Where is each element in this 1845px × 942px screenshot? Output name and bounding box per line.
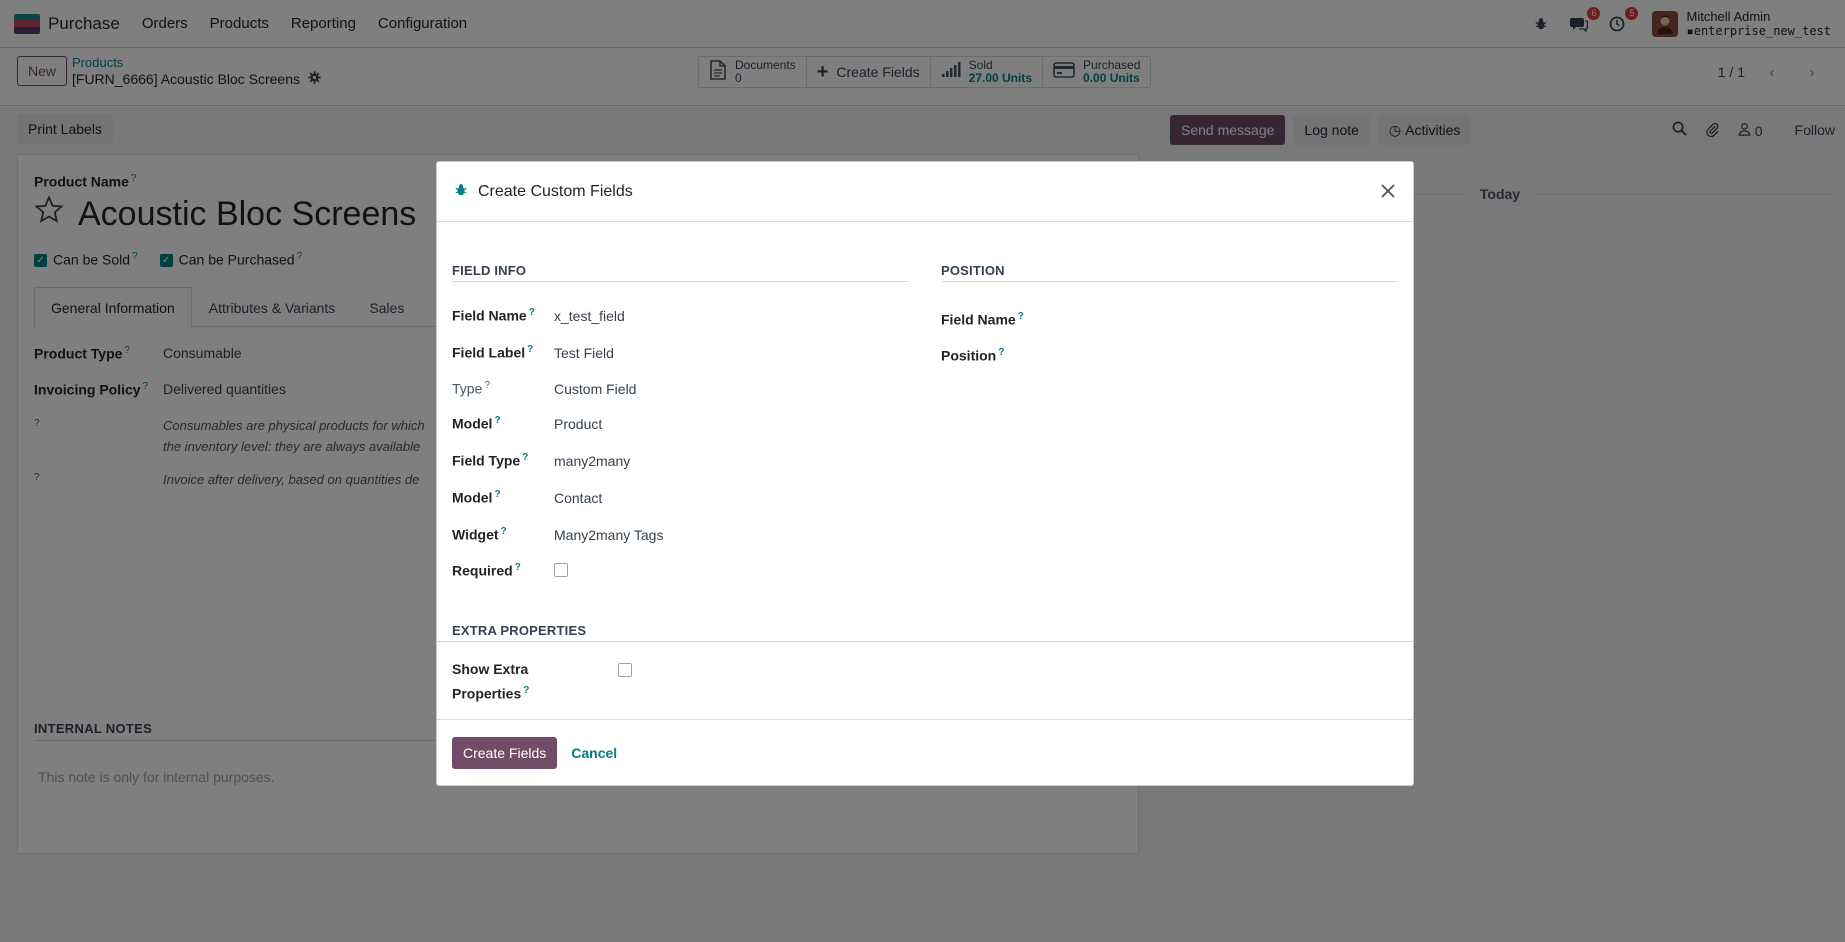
field-type-select[interactable]: many2many	[554, 453, 630, 469]
position-label: Position	[941, 348, 997, 364]
position-field-name-select[interactable]	[1043, 307, 1343, 325]
relation-model-select[interactable]: Contact	[554, 490, 602, 506]
field-type-label: Field Type	[452, 452, 521, 469]
widget-label: Widget	[452, 526, 499, 543]
show-extra-checkbox[interactable]	[618, 663, 632, 677]
required-label: Required	[452, 562, 513, 579]
model-label: Model	[452, 415, 493, 432]
model-select[interactable]: Product	[554, 416, 602, 432]
close-icon[interactable]	[1375, 178, 1401, 204]
field-name-row: Field Name? x_test_field	[452, 307, 625, 324]
required-checkbox[interactable]	[554, 563, 568, 578]
relation-model-label: Model	[452, 489, 493, 506]
field-name-label: Field Name	[452, 307, 527, 324]
extra-properties-title: EXTRA PROPERTIES	[452, 623, 587, 638]
show-extra-row: Show Extra Properties?	[452, 659, 632, 705]
type-value: Custom Field	[554, 380, 637, 397]
create-fields-button[interactable]: Create Fields	[452, 736, 558, 769]
cancel-button[interactable]: Cancel	[571, 745, 617, 761]
field-label-row: Field Label? Test Field	[452, 344, 614, 361]
divider	[437, 641, 1413, 642]
modal-footer: Create Fields Cancel	[437, 719, 1413, 785]
position-field-name-row: Field Name?	[941, 307, 1343, 328]
model-row: Model? Product	[452, 415, 603, 432]
relation-model-row: Model? Contact	[452, 489, 603, 506]
type-row: Type? Custom Field	[452, 380, 637, 397]
field-type-row: Field Type? many2many	[452, 452, 631, 469]
field-name-input[interactable]: x_test_field	[554, 308, 625, 324]
modal-title: Create Custom Fields	[478, 182, 633, 200]
show-extra-label-line2: Properties	[452, 685, 522, 702]
modal-header: Create Custom Fields	[437, 162, 1413, 222]
field-info-title: FIELD INFO	[452, 263, 909, 282]
field-label-input[interactable]: Test Field	[554, 345, 614, 361]
field-label-label: Field Label	[452, 344, 526, 361]
bug-icon	[454, 183, 468, 200]
widget-select[interactable]: Many2many Tags	[554, 527, 663, 543]
type-label: Type	[452, 380, 483, 397]
position-title: POSITION	[941, 263, 1398, 282]
widget-row: Widget? Many2many Tags	[452, 526, 664, 543]
position-row: Position?	[941, 343, 1343, 364]
position-field-name-label: Field Name	[941, 312, 1016, 328]
create-custom-fields-dialog: Create Custom Fields FIELD INFO POSITION…	[436, 161, 1414, 786]
required-row: Required?	[452, 562, 568, 579]
show-extra-label-line1: Show Extra	[452, 661, 529, 677]
position-select[interactable]	[1043, 343, 1343, 361]
